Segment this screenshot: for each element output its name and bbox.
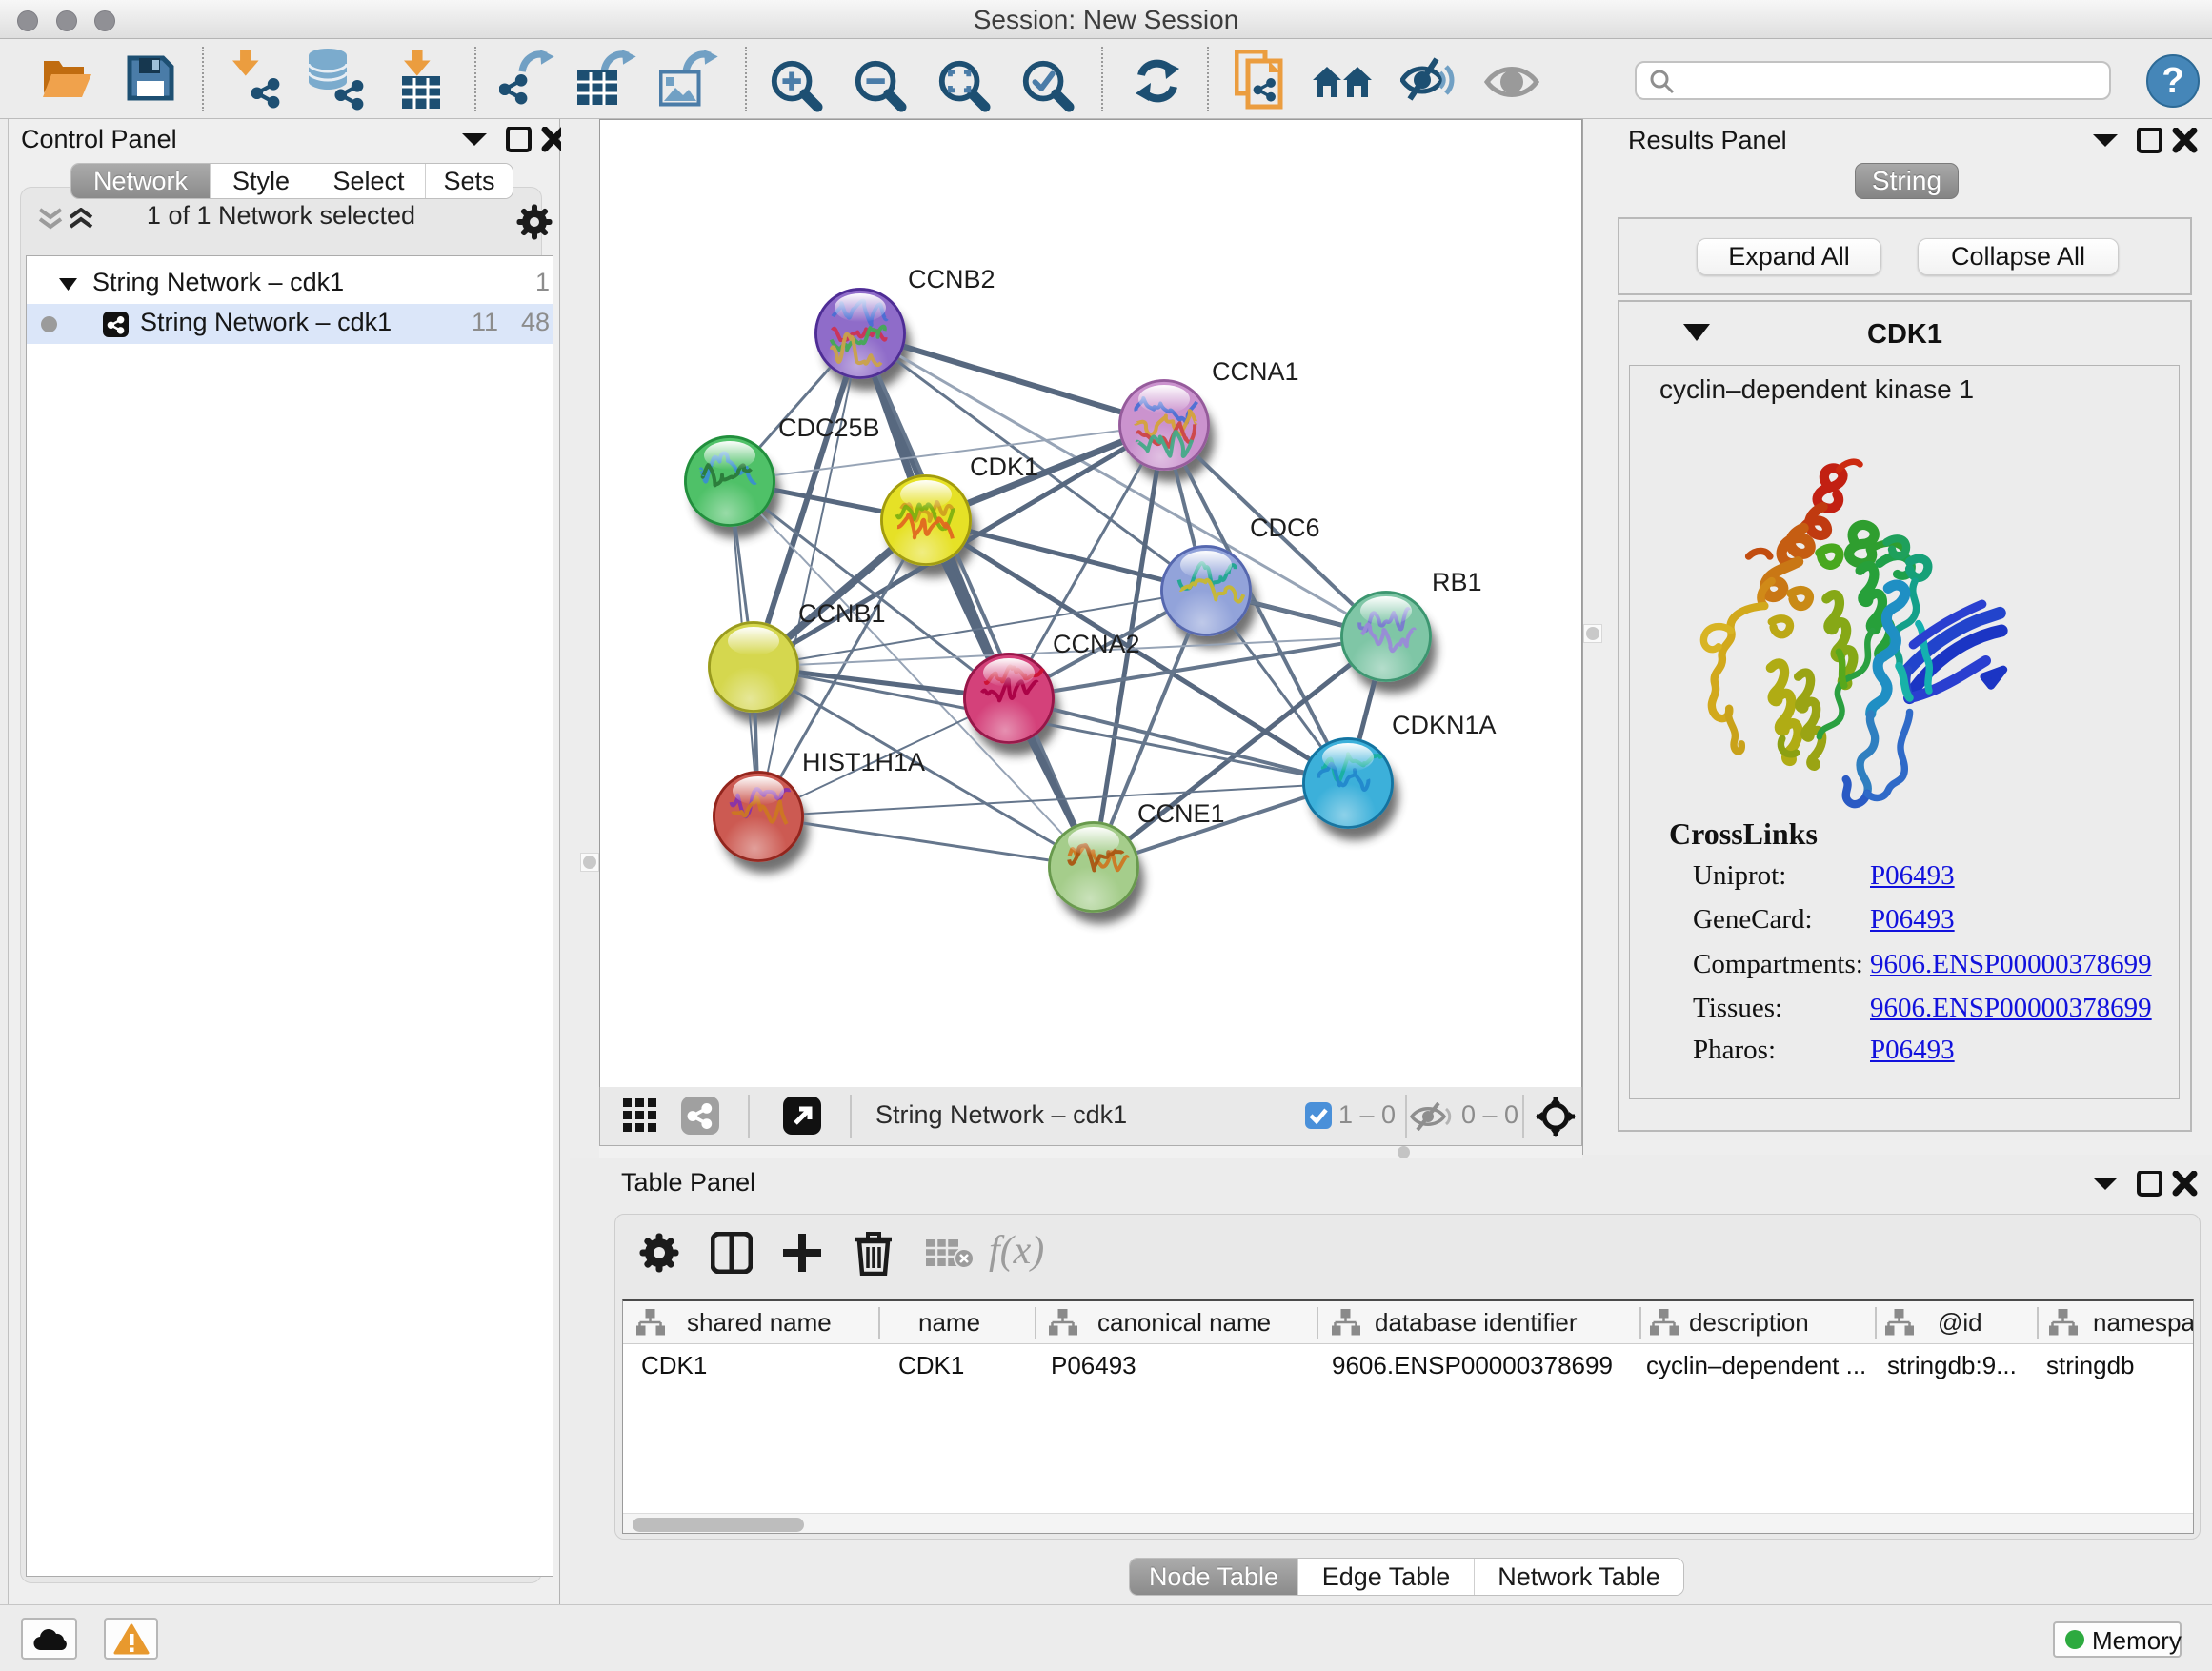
svg-text:CDC25B: CDC25B (778, 413, 880, 442)
svg-text:CCNE1: CCNE1 (1137, 799, 1225, 828)
svg-text:CCNA1: CCNA1 (1212, 357, 1299, 386)
svg-text:CDK1: CDK1 (970, 453, 1038, 481)
svg-text:CCNA2: CCNA2 (1053, 630, 1140, 658)
svg-text:CCNB2: CCNB2 (908, 265, 995, 293)
svg-text:CCNB1: CCNB1 (798, 599, 886, 628)
svg-text:RB1: RB1 (1432, 568, 1482, 596)
svg-text:HIST1H1A: HIST1H1A (802, 748, 925, 776)
svg-text:CDC6: CDC6 (1250, 513, 1320, 542)
svg-text:?: ? (2162, 61, 2183, 101)
svg-text:CDKN1A: CDKN1A (1392, 711, 1497, 739)
